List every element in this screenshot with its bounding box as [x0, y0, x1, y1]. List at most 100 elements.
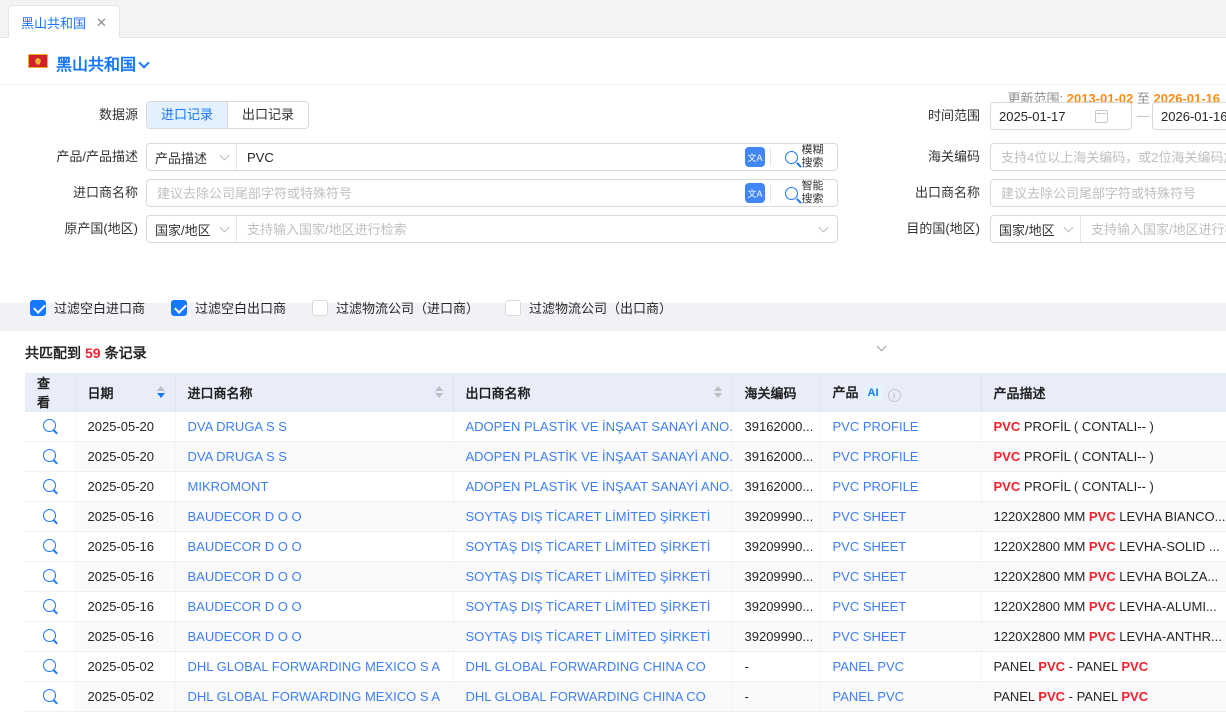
date-from-input[interactable]	[999, 109, 1095, 124]
exporter-cell: ADOPEN PLASTİK VE İNŞAAT SANAYİ ANO...	[453, 472, 732, 502]
data-source-option-0[interactable]: 进口记录	[147, 102, 227, 128]
exporter-link[interactable]: DHL GLOBAL FORWARDING CHINA CO	[466, 659, 706, 674]
sort-control[interactable]	[157, 386, 165, 398]
destination-country-input[interactable]	[1081, 216, 1226, 242]
filter-checkbox-0[interactable]: 过滤空白进口商	[30, 298, 145, 317]
highlighted-term: PVC	[1089, 599, 1116, 614]
data-source-option-1[interactable]: 出口记录	[227, 102, 308, 128]
product-search-input[interactable]	[237, 144, 740, 170]
importer-link[interactable]: DHL GLOBAL FORWARDING MEXICO S A	[188, 659, 441, 674]
checkbox-unchecked-icon[interactable]	[312, 300, 328, 316]
view-record-button[interactable]	[25, 412, 75, 442]
info-icon[interactable]: i	[888, 389, 901, 402]
view-record-button[interactable]	[25, 652, 75, 682]
column-header-2[interactable]: 进口商名称	[175, 373, 453, 412]
view-record-button[interactable]	[25, 622, 75, 652]
view-record-button[interactable]	[25, 472, 75, 502]
hs-code-cell: 39209990...	[732, 502, 820, 532]
product-link[interactable]: PVC PROFILE	[833, 479, 919, 494]
importer-input[interactable]	[147, 180, 740, 206]
importer-link[interactable]: DVA DRUGA S S	[188, 449, 287, 464]
checkbox-checked-icon[interactable]	[30, 300, 46, 316]
exporter-link[interactable]: SOYTAŞ DIŞ TİCARET LİMİTED ŞİRKETİ	[466, 599, 711, 614]
sort-control[interactable]	[435, 386, 443, 398]
highlighted-term: PVC	[1089, 569, 1116, 584]
importer-link[interactable]: BAUDECOR D O O	[188, 569, 302, 584]
view-record-button[interactable]	[25, 562, 75, 592]
checkbox-unchecked-icon[interactable]	[505, 300, 521, 316]
filter-checkbox-3[interactable]: 过滤物流公司（出口商）	[505, 298, 672, 317]
column-header-3[interactable]: 出口商名称	[453, 373, 732, 412]
importer-link[interactable]: BAUDECOR D O O	[188, 509, 302, 524]
description-text: PROFİL ( CONTALI-- )	[1020, 479, 1154, 494]
exporter-link[interactable]: ADOPEN PLASTİK VE İNŞAAT SANAYİ ANO...	[466, 419, 733, 434]
product-link[interactable]: PANEL PVC	[833, 659, 905, 674]
translate-button[interactable]: 文A	[740, 180, 770, 206]
exporter-link[interactable]: ADOPEN PLASTİK VE İNŞAAT SANAYİ ANO...	[466, 479, 733, 494]
chevron-down-icon[interactable]	[138, 57, 149, 68]
records-table: 查看日期进口商名称出口商名称海关编码产品AIi产品描述 2025-05-20DV…	[25, 373, 1226, 712]
view-record-button[interactable]	[25, 442, 75, 472]
origin-type-select[interactable]: 国家/地区	[147, 216, 237, 242]
exporter-link[interactable]: SOYTAŞ DIŞ TİCARET LİMİTED ŞİRKETİ	[466, 569, 711, 584]
fuzzy-search-button[interactable]: 模糊搜索	[771, 144, 837, 170]
product-link[interactable]: PANEL PVC	[833, 689, 905, 704]
exporter-link[interactable]: SOYTAŞ DIŞ TİCARET LİMİTED ŞİRKETİ	[466, 509, 711, 524]
importer-link[interactable]: BAUDECOR D O O	[188, 599, 302, 614]
view-record-button[interactable]	[25, 502, 75, 532]
table-row: 2025-05-16BAUDECOR D O OSOYTAŞ DIŞ TİCAR…	[25, 562, 1226, 592]
importer-cell: BAUDECOR D O O	[175, 622, 453, 652]
view-record-button[interactable]	[25, 532, 75, 562]
date-from-picker[interactable]	[990, 102, 1132, 130]
product-link[interactable]: PVC SHEET	[833, 629, 907, 644]
column-header-1[interactable]: 日期	[75, 373, 175, 412]
checkbox-label: 过滤空白出口商	[195, 298, 286, 317]
product-link[interactable]: PVC SHEET	[833, 569, 907, 584]
hs-code-input[interactable]	[991, 144, 1226, 170]
tab-close-icon[interactable]: ✕	[96, 16, 107, 29]
importer-link[interactable]: BAUDECOR D O O	[188, 539, 302, 554]
product-description-cell: PANEL PVC - PANEL PVC	[981, 682, 1226, 712]
product-cell: PVC PROFILE	[820, 442, 981, 472]
checkbox-label: 过滤物流公司（出口商）	[529, 298, 672, 317]
exporter-link[interactable]: ADOPEN PLASTİK VE İNŞAAT SANAYİ ANO...	[466, 449, 733, 464]
exporter-link[interactable]: SOYTAŞ DIŞ TİCARET LİMİTED ŞİRKETİ	[466, 539, 711, 554]
smart-search-button[interactable]: 智能搜索	[771, 180, 837, 206]
checkbox-checked-icon[interactable]	[171, 300, 187, 316]
product-description-cell: 1220X2800 MM PVC LEVHA BIANCO...	[981, 502, 1226, 532]
product-link[interactable]: PVC SHEET	[833, 509, 907, 524]
product-link[interactable]: PVC PROFILE	[833, 449, 919, 464]
product-link[interactable]: PVC SHEET	[833, 539, 907, 554]
description-text: 1220X2800 MM	[994, 599, 1089, 614]
view-record-button[interactable]	[25, 682, 75, 712]
hs-code-cell: -	[732, 682, 820, 712]
filter-checkbox-2[interactable]: 过滤物流公司（进口商）	[312, 298, 479, 317]
date-to-picker[interactable]	[1152, 102, 1226, 130]
product-type-select[interactable]: 产品描述	[147, 144, 237, 170]
date-to-input[interactable]	[1161, 109, 1226, 124]
destination-country-label: 目的国(地区)	[830, 215, 980, 243]
tab-montenegro[interactable]: 黑山共和国 ✕	[8, 5, 120, 38]
exporter-input[interactable]	[991, 180, 1226, 206]
product-cell: PVC SHEET	[820, 532, 981, 562]
origin-country-input[interactable]	[237, 216, 820, 242]
sort-control[interactable]	[714, 386, 722, 398]
importer-link[interactable]: BAUDECOR D O O	[188, 629, 302, 644]
filter-checkbox-1[interactable]: 过滤空白出口商	[171, 298, 286, 317]
magnifier-icon	[43, 479, 56, 492]
hs-code-cell: 39162000...	[732, 412, 820, 442]
view-record-button[interactable]	[25, 592, 75, 622]
importer-link[interactable]: MIKROMONT	[188, 479, 269, 494]
importer-link[interactable]: DVA DRUGA S S	[188, 419, 287, 434]
product-link[interactable]: PVC SHEET	[833, 599, 907, 614]
country-name[interactable]: 黑山共和国	[56, 51, 136, 75]
hs-code-cell: 39209990...	[732, 622, 820, 652]
product-link[interactable]: PVC PROFILE	[833, 419, 919, 434]
exporter-link[interactable]: SOYTAŞ DIŞ TİCARET LİMİTED ŞİRKETİ	[466, 629, 711, 644]
description-text: PROFİL ( CONTALI-- )	[1020, 419, 1154, 434]
exporter-link[interactable]: DHL GLOBAL FORWARDING CHINA CO	[466, 689, 706, 704]
table-row: 2025-05-20MIKROMONTADOPEN PLASTİK VE İNŞ…	[25, 472, 1226, 502]
translate-button[interactable]: 文A	[740, 144, 770, 170]
importer-link[interactable]: DHL GLOBAL FORWARDING MEXICO S A	[188, 689, 441, 704]
destination-type-select[interactable]: 国家/地区	[991, 216, 1081, 242]
